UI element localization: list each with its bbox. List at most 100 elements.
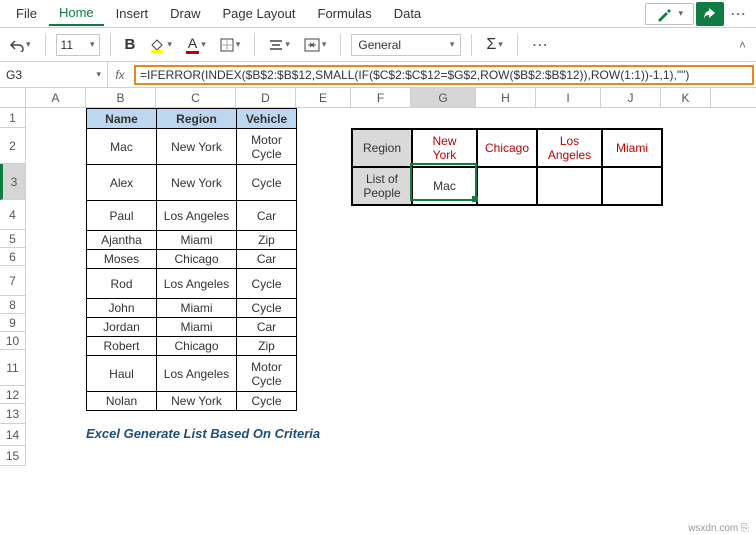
- crit-result-3[interactable]: [602, 167, 662, 205]
- row-header-10[interactable]: 10: [0, 332, 25, 350]
- cell-name[interactable]: Nolan: [87, 392, 157, 411]
- cell-name[interactable]: Robert: [87, 337, 157, 356]
- row-header-3[interactable]: 3: [0, 164, 25, 200]
- row-header-14[interactable]: 14: [0, 424, 25, 446]
- cell-name[interactable]: Rod: [87, 269, 157, 299]
- cell-vehicle[interactable]: Car: [237, 201, 297, 231]
- row-header-13[interactable]: 13: [0, 404, 25, 424]
- menu-home[interactable]: Home: [49, 1, 104, 26]
- cell-region[interactable]: Chicago: [157, 337, 237, 356]
- share-button[interactable]: [696, 2, 724, 26]
- cell-name[interactable]: Alex: [87, 165, 157, 201]
- row-header-4[interactable]: 4: [0, 200, 25, 230]
- cell-name[interactable]: John: [87, 299, 157, 318]
- cell-vehicle[interactable]: Cycle: [237, 269, 297, 299]
- row-header-7[interactable]: 7: [0, 266, 25, 296]
- row-header-5[interactable]: 5: [0, 230, 25, 248]
- header-vehicle[interactable]: Vehicle: [237, 109, 297, 129]
- font-size-selector[interactable]: 11▾: [56, 34, 100, 56]
- crit-result-2[interactable]: [537, 167, 602, 205]
- col-header-H[interactable]: H: [476, 88, 536, 107]
- cell-vehicle[interactable]: MotorCycle: [237, 129, 297, 165]
- undo-button[interactable]: ▾: [6, 36, 35, 54]
- sheet-canvas[interactable]: NameRegionVehicle Mac New York MotorCycl…: [26, 108, 756, 521]
- formula-bar: G3▾ fx =IFERROR(INDEX($B$2:$B$12,SMALL(I…: [0, 62, 756, 88]
- col-header-K[interactable]: K: [661, 88, 711, 107]
- row-header-9[interactable]: 9: [0, 314, 25, 332]
- merge-button[interactable]: ▾: [300, 36, 331, 54]
- cell-name[interactable]: Moses: [87, 250, 157, 269]
- cell-vehicle[interactable]: Car: [237, 318, 297, 337]
- cell-region[interactable]: Miami: [157, 318, 237, 337]
- col-header-F[interactable]: F: [351, 88, 411, 107]
- formula-input[interactable]: =IFERROR(INDEX($B$2:$B$12,SMALL(IF($C$2:…: [134, 65, 754, 85]
- select-all-corner[interactable]: [0, 88, 26, 108]
- ribbon-collapse[interactable]: ˄: [735, 36, 750, 54]
- cell-region[interactable]: New York: [157, 129, 237, 165]
- cell-name[interactable]: Haul: [87, 356, 157, 392]
- ribbon-more[interactable]: ⋯: [528, 33, 552, 57]
- fx-label[interactable]: fx: [108, 68, 132, 82]
- row-header-2[interactable]: 2: [0, 128, 25, 164]
- row-header-8[interactable]: 8: [0, 296, 25, 314]
- cell-region[interactable]: New York: [157, 392, 237, 411]
- row-header-12[interactable]: 12: [0, 386, 25, 404]
- cell-vehicle[interactable]: Cycle: [237, 392, 297, 411]
- menu-formulas[interactable]: Formulas: [308, 2, 382, 25]
- cell-name[interactable]: Paul: [87, 201, 157, 231]
- cell-vehicle[interactable]: Car: [237, 250, 297, 269]
- header-name[interactable]: Name: [87, 109, 157, 129]
- crit-result-1[interactable]: [477, 167, 537, 205]
- cell-region[interactable]: Los Angeles: [157, 269, 237, 299]
- autosum-button[interactable]: Σ▾: [482, 34, 506, 56]
- menu-insert[interactable]: Insert: [106, 2, 159, 25]
- crit-result-0[interactable]: Mac: [412, 167, 477, 205]
- row-header-15[interactable]: 15: [0, 446, 25, 466]
- bold-button[interactable]: B: [121, 34, 140, 55]
- cell-region[interactable]: New York: [157, 165, 237, 201]
- menu-more[interactable]: ⋯: [726, 2, 750, 26]
- menu-file[interactable]: File: [6, 2, 47, 25]
- col-header-C[interactable]: C: [156, 88, 236, 107]
- header-region[interactable]: Region: [157, 109, 237, 129]
- cell-vehicle[interactable]: MotorCycle: [237, 356, 297, 392]
- crit-col-0[interactable]: NewYork: [412, 129, 477, 167]
- col-header-B[interactable]: B: [86, 88, 156, 107]
- col-header-G[interactable]: G: [411, 88, 476, 107]
- font-color-button[interactable]: A▾: [182, 33, 210, 56]
- cell-region[interactable]: Los Angeles: [157, 201, 237, 231]
- number-format-selector[interactable]: General▾: [351, 34, 461, 56]
- menu-draw[interactable]: Draw: [160, 2, 210, 25]
- cell-region[interactable]: Miami: [157, 299, 237, 318]
- cell-vehicle[interactable]: Cycle: [237, 165, 297, 201]
- col-header-A[interactable]: A: [26, 88, 86, 107]
- col-header-E[interactable]: E: [296, 88, 351, 107]
- cell-name[interactable]: Jordan: [87, 318, 157, 337]
- crit-col-3[interactable]: Miami: [602, 129, 662, 167]
- row-header-6[interactable]: 6: [0, 248, 25, 266]
- cell-region[interactable]: Los Angeles: [157, 356, 237, 392]
- cell-region[interactable]: Miami: [157, 231, 237, 250]
- cell-name[interactable]: Mac: [87, 129, 157, 165]
- cell-vehicle[interactable]: Zip: [237, 231, 297, 250]
- row-header-1[interactable]: 1: [0, 108, 25, 128]
- crit-col-2[interactable]: LosAngeles: [537, 129, 602, 167]
- crit-col-1[interactable]: Chicago: [477, 129, 537, 167]
- cell-name[interactable]: Ajantha: [87, 231, 157, 250]
- row-header-11[interactable]: 11: [0, 350, 25, 386]
- crit-label-people[interactable]: List ofPeople: [352, 167, 412, 205]
- name-box[interactable]: G3▾: [0, 62, 108, 88]
- menu-data[interactable]: Data: [384, 2, 431, 25]
- draw-mode-toggle[interactable]: ▾: [645, 3, 694, 25]
- cell-vehicle[interactable]: Cycle: [237, 299, 297, 318]
- crit-label-region[interactable]: Region: [352, 129, 412, 167]
- fill-color-button[interactable]: ▾: [145, 35, 176, 55]
- cell-vehicle[interactable]: Zip: [237, 337, 297, 356]
- cell-region[interactable]: Chicago: [157, 250, 237, 269]
- col-header-J[interactable]: J: [601, 88, 661, 107]
- borders-button[interactable]: ▾: [216, 36, 245, 54]
- col-header-I[interactable]: I: [536, 88, 601, 107]
- align-button[interactable]: ▾: [265, 36, 294, 54]
- menu-page-layout[interactable]: Page Layout: [213, 2, 306, 25]
- col-header-D[interactable]: D: [236, 88, 296, 107]
